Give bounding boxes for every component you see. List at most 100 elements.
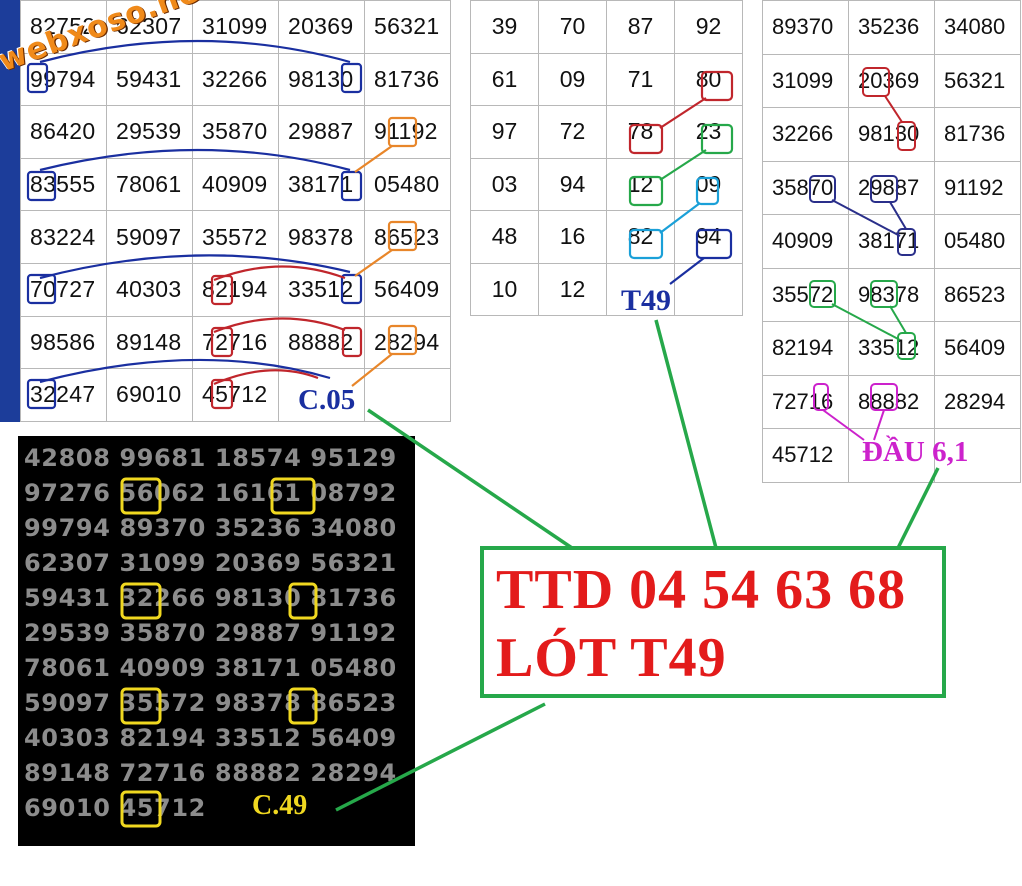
grid-cell: 09	[538, 52, 607, 106]
panel-row: 78061 40909 38171 05480	[24, 654, 397, 682]
grid-cell: 81736	[934, 107, 1021, 162]
panel-row: 89148 72716 88882 28294	[24, 759, 397, 787]
caption-c05: C.05	[298, 384, 356, 416]
grid-cell: 39	[470, 0, 539, 54]
grid-cell: 97	[470, 105, 539, 159]
grid-cell: 98586	[20, 315, 107, 370]
table-row: 72716 88882 28294	[762, 374, 1021, 429]
table-row: 98586 89148 72716 88882 28294	[20, 315, 451, 370]
table-row: 32266 98130 81736	[762, 107, 1021, 162]
right-grid-table: 89370 35236 34080 31099 20369 56321 3226…	[762, 0, 1021, 483]
grid-cell: 98378	[278, 210, 365, 264]
grid-cell: 05480	[364, 157, 451, 212]
grid-cell: 59097	[106, 210, 193, 264]
grid-cell: 98378	[848, 267, 935, 322]
table-row: 48 16 82 94	[470, 210, 743, 264]
left-grid-table: 82752 62307 31099 20369 56321 99794 5943…	[20, 0, 451, 422]
black-number-panel: 42808 99681 18574 95129 97276 56062 1616…	[18, 436, 415, 846]
caption-dau: ĐẦU 6,1	[862, 436, 969, 468]
grid-cell: 78061	[106, 157, 193, 212]
table-row: 99794 59431 32266 98130 81736	[20, 52, 451, 107]
grid-cell: 29887	[278, 105, 365, 159]
table-row: 70727 40303 82194 33512 56409	[20, 262, 451, 317]
grid-cell: 35572	[192, 210, 279, 264]
grid-cell: 10	[470, 262, 539, 316]
grid-cell: 31099	[762, 53, 849, 108]
grid-cell: 20369	[278, 0, 365, 54]
grid-cell: 59431	[106, 52, 193, 107]
result-box: TTD 04 54 63 68 LÓT T49	[480, 546, 946, 698]
grid-cell: 09	[674, 157, 743, 211]
panel-row: 29539 35870 29887 91192	[24, 619, 397, 647]
grid-cell: 12	[606, 157, 675, 211]
grid-cell: 48	[470, 210, 539, 264]
table-row: 10 12	[470, 262, 743, 316]
panel-row: 42808 99681 18574 95129	[24, 444, 397, 472]
grid-cell	[674, 262, 743, 316]
table-row: 35572 98378 86523	[762, 267, 1021, 322]
grid-cell: 40909	[192, 157, 279, 212]
grid-cell: 33512	[278, 262, 365, 317]
caption-c49: C.49	[252, 790, 308, 821]
grid-cell: 88882	[278, 315, 365, 370]
grid-cell: 05480	[934, 214, 1021, 269]
grid-cell: 45712	[762, 428, 849, 483]
grid-cell: 86523	[934, 267, 1021, 322]
panel-row: 40303 82194 33512 56409	[24, 724, 397, 752]
grid-cell: 28294	[364, 315, 451, 370]
grid-cell: 94	[674, 210, 743, 264]
panel-row: 59097 35572 98378 86523	[24, 689, 397, 717]
grid-cell: 29539	[106, 105, 193, 159]
right-number-grid: 89370 35236 34080 31099 20369 56321 3226…	[762, 0, 1022, 490]
grid-cell: 32247	[20, 368, 107, 422]
grid-cell: 56321	[934, 53, 1021, 108]
panel-row: 69010 45712	[24, 794, 206, 822]
grid-cell: 72	[538, 105, 607, 159]
table-row: 83224 59097 35572 98378 86523	[20, 210, 451, 264]
table-row: 82194 33512 56409	[762, 321, 1021, 376]
grid-cell: 83224	[20, 210, 107, 264]
grid-cell: 82194	[192, 262, 279, 317]
grid-cell: 23	[674, 105, 743, 159]
grid-cell: 98130	[278, 52, 365, 107]
grid-cell: 80	[674, 52, 743, 106]
grid-cell: 34080	[934, 0, 1021, 55]
table-row: 32247 69010 45712	[20, 368, 451, 422]
table-row: 35870 29887 91192	[762, 160, 1021, 215]
grid-cell: 70	[538, 0, 607, 54]
grid-cell: 29887	[848, 160, 935, 215]
grid-cell: 92	[674, 0, 743, 54]
grid-cell: 32266	[192, 52, 279, 107]
table-row: 97 72 78 23	[470, 105, 743, 159]
grid-cell: 89148	[106, 315, 193, 370]
grid-cell: 86523	[364, 210, 451, 264]
grid-cell: 91192	[934, 160, 1021, 215]
grid-cell: 78	[606, 105, 675, 159]
grid-cell: 40909	[762, 214, 849, 269]
grid-cell: 72716	[192, 315, 279, 370]
middle-grid-table: 39 70 87 92 61 09 71 80 97 72 78 23 03 9…	[470, 0, 743, 316]
table-row: 89370 35236 34080	[762, 0, 1021, 55]
grid-cell: 35870	[192, 105, 279, 159]
middle-number-grid: 39 70 87 92 61 09 71 80 97 72 78 23 03 9…	[470, 0, 755, 330]
grid-cell: 71	[606, 52, 675, 106]
table-row: 31099 20369 56321	[762, 53, 1021, 108]
grid-cell: 03	[470, 157, 539, 211]
table-row: 40909 38171 05480	[762, 214, 1021, 269]
grid-cell: 35870	[762, 160, 849, 215]
result-line-1: TTD 04 54 63 68	[496, 559, 907, 621]
grid-cell: 38171	[278, 157, 365, 212]
grid-cell: 28294	[934, 374, 1021, 429]
grid-cell	[364, 368, 451, 422]
grid-cell: 45712	[192, 368, 279, 422]
grid-cell: 83555	[20, 157, 107, 212]
grid-cell: 40303	[106, 262, 193, 317]
grid-cell: 87	[606, 0, 675, 54]
panel-row: 99794 89370 35236 34080	[24, 514, 397, 542]
grid-cell: 38171	[848, 214, 935, 269]
grid-cell: 70727	[20, 262, 107, 317]
grid-cell: 98130	[848, 107, 935, 162]
grid-cell: 32266	[762, 107, 849, 162]
grid-cell: 33512	[848, 321, 935, 376]
grid-cell: 12	[538, 262, 607, 316]
